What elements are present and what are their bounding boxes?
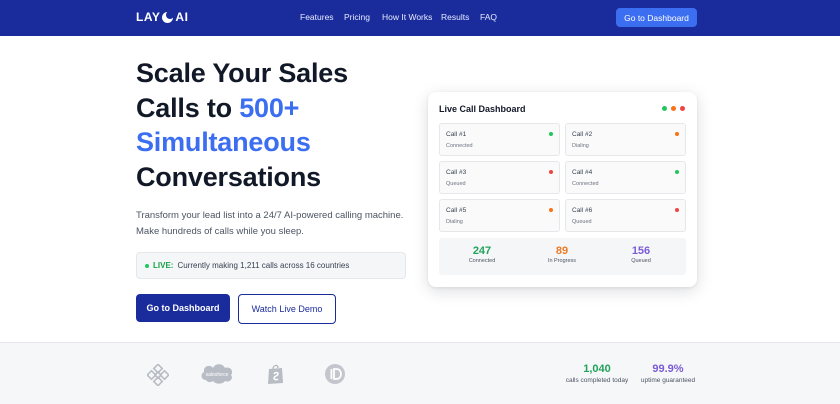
green-dot-icon xyxy=(662,106,667,111)
red-dot-icon xyxy=(680,106,685,111)
binance-logo-icon xyxy=(147,364,169,386)
call-card[interactable]: Call #2 Dialing xyxy=(565,123,686,156)
call-card[interactable]: Call #1 Connected xyxy=(439,123,560,156)
header-dashboard-button[interactable]: Go to Dashboard xyxy=(616,8,697,27)
window-dots xyxy=(662,106,685,111)
brand-logo[interactable]: LAY AI xyxy=(136,10,188,24)
call-status: Queued xyxy=(446,181,466,187)
stat-label: In Progress xyxy=(547,258,577,264)
shopify-logo-icon xyxy=(268,364,283,384)
status-dot-icon xyxy=(675,170,679,174)
call-status: Dialing xyxy=(572,143,589,149)
brand-suffix: AI xyxy=(175,10,189,24)
call-name: Call #1 xyxy=(446,131,467,138)
call-card[interactable]: Call #4 Connected xyxy=(565,161,686,194)
salesforce-wordmark: salesforce xyxy=(206,372,229,378)
call-name: Call #3 xyxy=(446,169,467,176)
brand-name: LAY xyxy=(136,10,161,24)
status-dot-icon xyxy=(549,132,553,136)
nav-pricing[interactable]: Pricing xyxy=(344,12,370,22)
live-dot-icon xyxy=(145,263,149,268)
stat-queued: 156 Queued xyxy=(601,245,681,264)
dashboard-title: Live Call Dashboard xyxy=(439,104,526,114)
live-call-dashboard-card: Live Call Dashboard Call #1 Connected Ca… xyxy=(428,92,697,287)
call-card[interactable]: Call #5 Dialing xyxy=(439,199,560,232)
trust-bar: salesforce 1,040 calls completed today 9… xyxy=(0,342,840,404)
stat-label: Connected xyxy=(468,258,496,264)
stat-in-progress: 89 In Progress xyxy=(522,245,602,264)
stat-value: 156 xyxy=(631,245,651,257)
call-status: Dialing xyxy=(446,219,463,225)
metric-calls-today: 1,040 calls completed today xyxy=(558,363,636,384)
nav-how-it-works[interactable]: How It Works xyxy=(382,12,432,22)
headline-line-1: Scale Your Sales xyxy=(136,58,348,88)
brand-mark-icon xyxy=(162,10,175,23)
hero-subtitle: Transform your lead list into a 24/7 AI-… xyxy=(136,210,404,237)
call-name: Call #6 xyxy=(572,207,593,214)
stat-value: 89 xyxy=(555,245,569,257)
live-text: Currently making 1,211 calls across 16 c… xyxy=(177,261,350,270)
stat-connected: 247 Connected xyxy=(442,245,522,264)
live-label: LIVE: xyxy=(153,261,174,270)
call-status: Queued xyxy=(572,219,592,225)
metric-value: 1,040 xyxy=(583,363,611,375)
call-status: Connected xyxy=(572,181,599,187)
nav-features[interactable]: Features xyxy=(300,12,334,22)
call-stats-summary: 247 Connected 89 In Progress 156 Queued xyxy=(439,238,686,275)
top-navbar: LAY AI Features Pricing How It Works Res… xyxy=(0,0,840,36)
salesforce-logo-icon: salesforce xyxy=(201,364,233,384)
hero-headline: Scale Your Sales Calls to 500+ Simultane… xyxy=(136,56,348,194)
call-card[interactable]: Call #3 Queued xyxy=(439,161,560,194)
headline-line-2a: Calls to xyxy=(136,92,240,123)
status-dot-icon xyxy=(675,132,679,136)
watch-live-demo-button[interactable]: Watch Live Demo xyxy=(238,294,336,324)
call-name: Call #5 xyxy=(446,207,467,214)
go-to-dashboard-button[interactable]: Go to Dashboard xyxy=(136,294,230,322)
metric-label: uptime guaranteed xyxy=(640,377,696,384)
nav-faq[interactable]: FAQ xyxy=(480,12,497,22)
call-status: Connected xyxy=(446,143,473,149)
nav-results[interactable]: Results xyxy=(441,12,469,22)
headline-line-3: Simultaneous xyxy=(136,127,311,157)
status-dot-icon xyxy=(675,208,679,212)
call-name: Call #4 xyxy=(572,169,593,176)
metric-value: 99.9% xyxy=(652,363,684,375)
status-dot-icon xyxy=(549,170,553,174)
live-status-banner: LIVE: Currently making 1,211 calls acros… xyxy=(136,252,406,279)
metric-label: calls completed today xyxy=(565,377,629,384)
orange-dot-icon xyxy=(671,106,676,111)
stat-value: 247 xyxy=(472,245,492,257)
headline-line-4: Conversations xyxy=(136,161,321,192)
metric-uptime: 99.9% uptime guaranteed xyxy=(636,363,700,384)
circle-id-logo-icon xyxy=(325,364,345,384)
headline-accent-number: 500+ xyxy=(239,92,300,123)
stat-label: Queued xyxy=(631,258,651,264)
call-card[interactable]: Call #6 Queued xyxy=(565,199,686,232)
status-dot-icon xyxy=(549,208,553,212)
call-name: Call #2 xyxy=(572,131,593,138)
